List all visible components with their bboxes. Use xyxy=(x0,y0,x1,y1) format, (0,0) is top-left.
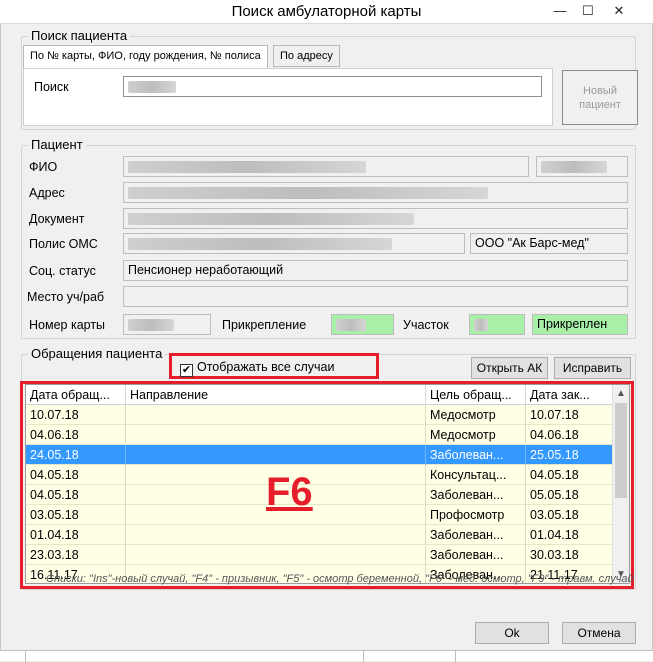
cell-purpose: Медосмотр xyxy=(426,405,526,425)
show-all-checkbox[interactable]: ✔ Отображать все случаи xyxy=(180,360,335,377)
column-header-direction[interactable]: Направление xyxy=(126,385,426,405)
cell-direction xyxy=(126,545,426,565)
f6-annotation: F6 xyxy=(266,470,313,514)
search-input[interactable] xyxy=(123,76,542,97)
policy-label: Полис ОМС xyxy=(29,237,98,251)
scroll-up-icon[interactable]: ▲ xyxy=(613,385,629,402)
tab-search-by-card[interactable]: По № карты, ФИО, году рождения, № полиса xyxy=(23,45,268,69)
cell-direction xyxy=(126,425,426,445)
address-label: Адрес xyxy=(29,186,65,200)
attachment-label: Прикрепление xyxy=(222,318,307,332)
cell-close-date: 30.03.18 xyxy=(526,545,613,565)
cell-purpose: Заболеван... xyxy=(426,445,526,465)
cancel-button[interactable]: Отмена xyxy=(562,622,636,644)
table-row-selected[interactable]: 24.05.18 Заболеван... 25.05.18 xyxy=(26,445,613,465)
table-row[interactable]: 04.05.18 Заболеван... 05.05.18 xyxy=(26,485,613,505)
cell-close-date: 04.06.18 xyxy=(526,425,613,445)
search-group-label: Поиск пациента xyxy=(28,28,131,43)
cell-close-date: 05.05.18 xyxy=(526,485,613,505)
column-header-date[interactable]: Дата обращ... xyxy=(26,385,126,405)
scroll-thumb[interactable] xyxy=(615,403,627,498)
area-label: Участок xyxy=(403,318,449,332)
attach-status-field: Прикреплен xyxy=(532,314,628,335)
table-row[interactable]: 03.05.18 Профосмотр 03.05.18 xyxy=(26,505,613,525)
new-patient-button[interactable]: Новый пациент xyxy=(562,70,638,125)
document-field xyxy=(123,208,628,229)
cell-purpose: Профосмотр xyxy=(426,505,526,525)
cell-date: 24.05.18 xyxy=(26,445,126,465)
cell-purpose: Медосмотр xyxy=(426,425,526,445)
cell-direction xyxy=(126,525,426,545)
cell-close-date: 01.04.18 xyxy=(526,525,613,545)
cell-close-date: 25.05.18 xyxy=(526,445,613,465)
background-strip xyxy=(0,650,653,662)
workplace-field xyxy=(123,286,628,307)
grid-scrollbar[interactable]: ▲ ▼ xyxy=(612,385,629,583)
workplace-label: Место уч/раб xyxy=(27,290,105,304)
maximize-icon[interactable]: ☐ xyxy=(574,0,602,22)
area-field xyxy=(469,314,525,335)
hotkeys-hint: Списки: "Ins"-новый случай, "F4" - призы… xyxy=(46,573,634,585)
fio-field xyxy=(123,156,529,177)
cell-date: 10.07.18 xyxy=(26,405,126,425)
title-bar: Поиск амбулаторной карты — ☐ ✕ xyxy=(0,0,653,24)
column-header-close-date[interactable]: Дата зак... xyxy=(526,385,613,405)
cell-date: 04.05.18 xyxy=(26,485,126,505)
checkmark-icon: ✔ xyxy=(180,364,193,377)
table-row[interactable]: 10.07.18 Медосмотр 10.07.18 xyxy=(26,405,613,425)
address-field xyxy=(123,182,628,203)
insurer-field: ООО "Ак Барс-мед" xyxy=(470,233,628,254)
cell-purpose: Консультац... xyxy=(426,465,526,485)
minimize-icon[interactable]: — xyxy=(546,0,574,22)
cell-purpose: Заболеван... xyxy=(426,485,526,505)
cell-date: 01.04.18 xyxy=(26,525,126,545)
patient-group-label: Пациент xyxy=(28,137,86,152)
show-all-label: Отображать все случаи xyxy=(197,360,335,374)
cell-purpose: Заболеван... xyxy=(426,525,526,545)
card-number-field xyxy=(123,314,211,335)
cell-close-date: 04.05.18 xyxy=(526,465,613,485)
cell-date: 04.06.18 xyxy=(26,425,126,445)
card-number-label: Номер карты xyxy=(29,318,106,332)
table-row[interactable]: 23.03.18 Заболеван... 30.03.18 xyxy=(26,545,613,565)
cell-date: 23.03.18 xyxy=(26,545,126,565)
cases-grid[interactable]: Дата обращ... Направление Цель обращ... … xyxy=(25,384,630,584)
table-row[interactable]: 04.06.18 Медосмотр 04.06.18 xyxy=(26,425,613,445)
cell-close-date: 03.05.18 xyxy=(526,505,613,525)
document-label: Документ xyxy=(29,212,85,226)
attachment-field xyxy=(331,314,394,335)
cell-direction xyxy=(126,405,426,425)
ok-button[interactable]: Ok xyxy=(475,622,549,644)
cell-date: 04.05.18 xyxy=(26,465,126,485)
birth-year-field xyxy=(536,156,628,177)
fix-button[interactable]: Исправить xyxy=(554,357,631,379)
fio-label: ФИО xyxy=(29,160,58,174)
grid-header: Дата обращ... Направление Цель обращ... … xyxy=(26,385,613,405)
social-status-label: Соц. статус xyxy=(29,264,96,278)
tab-search-by-address[interactable]: По адресу xyxy=(273,45,340,67)
open-ak-button[interactable]: Открыть АК xyxy=(471,357,548,379)
table-row[interactable]: 01.04.18 Заболеван... 01.04.18 xyxy=(26,525,613,545)
cases-group-label: Обращения пациента xyxy=(28,346,166,361)
cell-close-date: 10.07.18 xyxy=(526,405,613,425)
table-row[interactable]: 04.05.18 Консультац... 04.05.18 xyxy=(26,465,613,485)
column-header-purpose[interactable]: Цель обращ... xyxy=(426,385,526,405)
policy-field xyxy=(123,233,465,254)
close-icon[interactable]: ✕ xyxy=(605,0,633,22)
social-status-field: Пенсионер неработающий xyxy=(123,260,628,281)
cell-purpose: Заболеван... xyxy=(426,545,526,565)
search-label: Поиск xyxy=(34,80,69,94)
cell-direction xyxy=(126,445,426,465)
cell-date: 03.05.18 xyxy=(26,505,126,525)
